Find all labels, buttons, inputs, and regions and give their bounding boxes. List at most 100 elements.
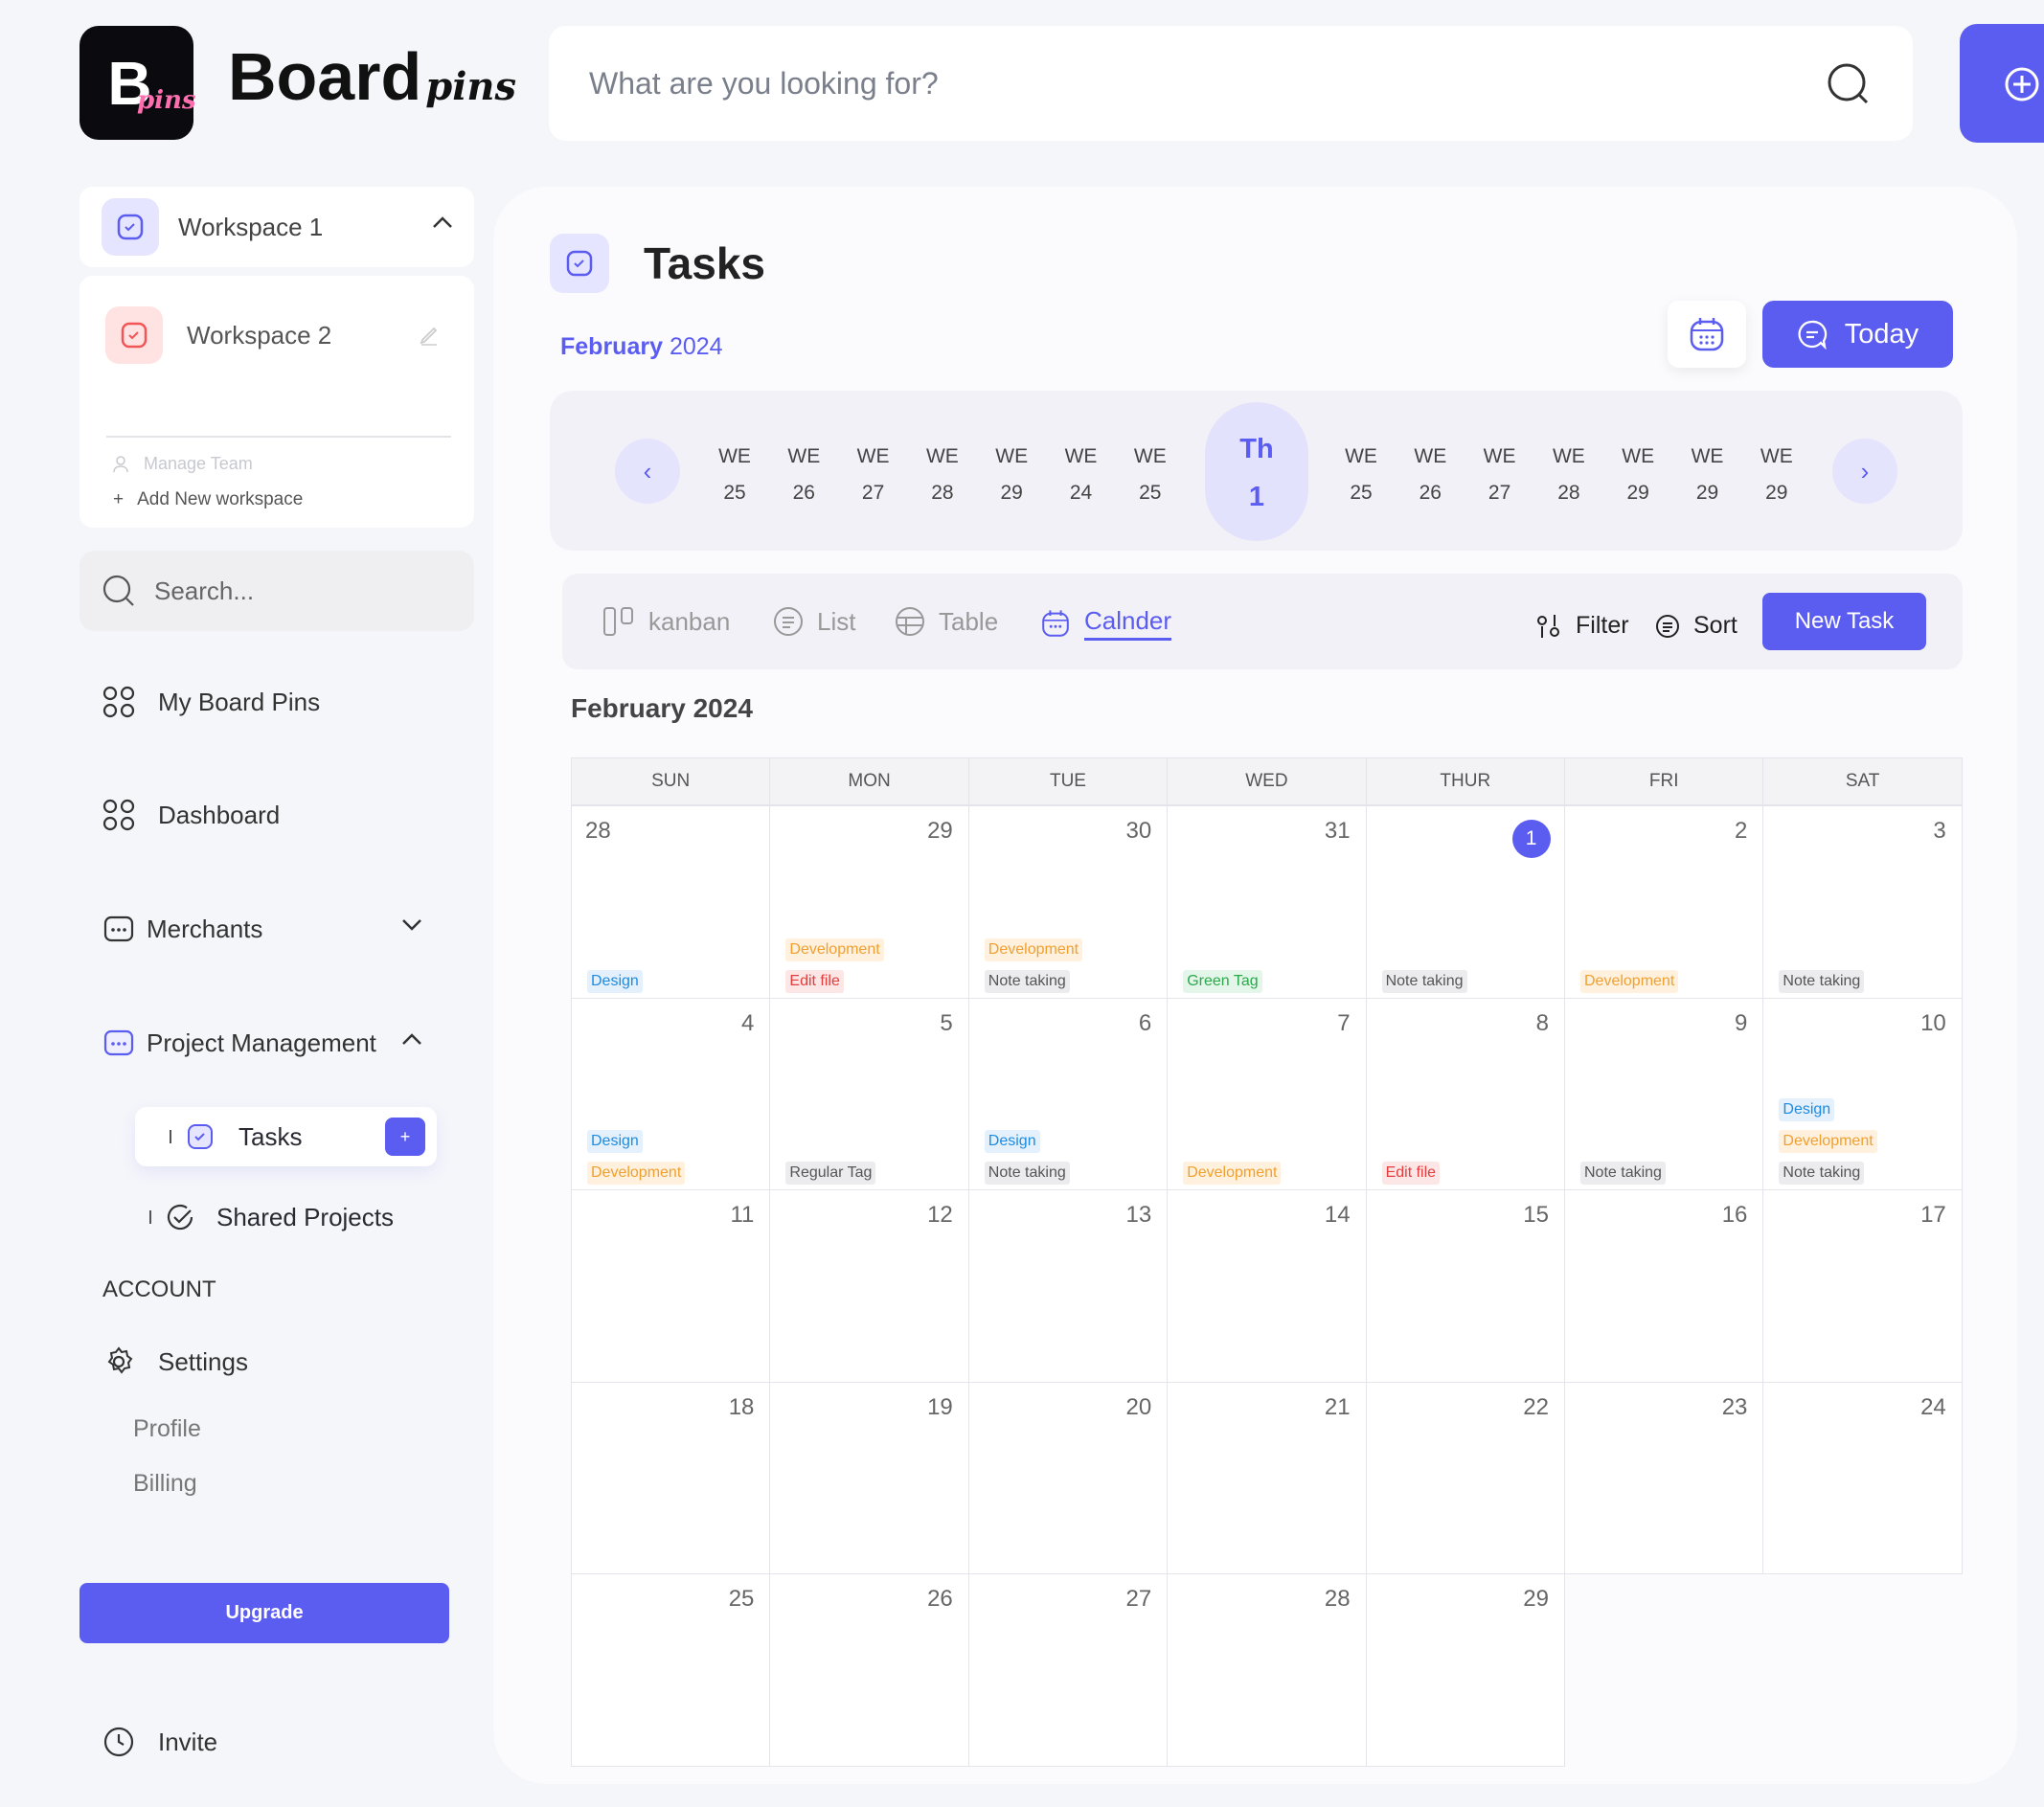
- date-strip-day[interactable]: WE 29: [1614, 439, 1662, 511]
- date-strip-day[interactable]: WE 29: [1684, 439, 1732, 511]
- search-icon[interactable]: [1827, 62, 1873, 108]
- calendar-day-cell[interactable]: 5 Regular Tag: [769, 997, 969, 1190]
- task-tag[interactable]: Green Tag: [1183, 969, 1262, 993]
- new-task-button[interactable]: New Task: [1762, 593, 1926, 650]
- calendar-day-cell[interactable]: 10 Design Development Note taking: [1762, 997, 1963, 1190]
- calendar-day-cell[interactable]: 25: [571, 1573, 771, 1767]
- calendar-day-cell[interactable]: 4 Design Development: [571, 997, 771, 1190]
- filter-button[interactable]: Filter: [1535, 612, 1629, 640]
- calendar-day-cell[interactable]: 8 Edit file: [1365, 997, 1565, 1190]
- prev-dates-button[interactable]: ‹: [615, 439, 680, 504]
- tab-kanban[interactable]: kanban: [602, 606, 730, 637]
- task-tag[interactable]: Development: [785, 937, 884, 961]
- sidebar-item-dashboard[interactable]: Dashboard: [102, 799, 280, 831]
- sidebar-search-input[interactable]: Search...: [79, 551, 474, 631]
- date-strip-day[interactable]: WE 25: [1126, 439, 1174, 511]
- date-strip-day[interactable]: WE 25: [1337, 439, 1385, 511]
- task-tag[interactable]: Development: [1779, 1130, 1877, 1153]
- calendar-day-cell[interactable]: 20: [967, 1381, 1169, 1574]
- calendar-day-cell[interactable]: 31 Green Tag: [1167, 805, 1367, 999]
- task-tag[interactable]: Note taking: [984, 1162, 1070, 1185]
- date-strip-day[interactable]: WE 25: [711, 439, 759, 511]
- tab-table[interactable]: Table: [895, 606, 998, 637]
- date-strip-day[interactable]: WE 24: [1057, 439, 1105, 511]
- calendar-day-cell[interactable]: 7 Development: [1167, 997, 1367, 1190]
- chevron-up-icon[interactable]: [432, 215, 453, 229]
- task-tag[interactable]: Development: [1580, 969, 1679, 993]
- calendar-day-cell[interactable]: 2 Development: [1564, 805, 1764, 999]
- upgrade-button[interactable]: Upgrade: [79, 1583, 449, 1643]
- add-button[interactable]: [1960, 24, 2044, 143]
- calendar-day-cell[interactable]: 18: [571, 1381, 771, 1574]
- calendar-day-cell[interactable]: 30 Development Note taking: [967, 805, 1169, 999]
- tab-calendar[interactable]: Calnder: [1040, 606, 1172, 641]
- date-strip-day[interactable]: WE 26: [780, 439, 828, 511]
- sidebar-item-tasks[interactable]: Tasks +: [135, 1107, 437, 1166]
- date-strip-day[interactable]: WE 27: [850, 439, 897, 511]
- sidebar-item-shared-projects[interactable]: Shared Projects: [149, 1202, 394, 1232]
- calendar-day-cell[interactable]: 24: [1762, 1381, 1963, 1574]
- sidebar-item-invite[interactable]: Invite: [102, 1726, 217, 1758]
- calendar-day-cell[interactable]: 12: [769, 1189, 969, 1383]
- task-tag[interactable]: Design: [984, 1130, 1040, 1153]
- sidebar-item-merchants[interactable]: Merchants: [102, 913, 421, 945]
- calendar-day-cell[interactable]: 11: [571, 1189, 771, 1383]
- sort-button[interactable]: Sort: [1655, 612, 1737, 640]
- calendar-day-cell[interactable]: 3 Note taking: [1762, 805, 1963, 999]
- chevron-down-icon[interactable]: [401, 918, 422, 932]
- date-strip-day[interactable]: WE 28: [1545, 439, 1593, 511]
- date-strip-day[interactable]: WE 27: [1476, 439, 1524, 511]
- calendar-day-cell[interactable]: 17: [1762, 1189, 1963, 1383]
- task-tag[interactable]: Development: [1183, 1162, 1282, 1185]
- task-tag[interactable]: Note taking: [1580, 1162, 1666, 1185]
- sidebar-item-project-management[interactable]: Project Management: [102, 1027, 421, 1059]
- calendar-day-cell[interactable]: 27: [967, 1573, 1169, 1767]
- calendar-day-cell[interactable]: 15: [1365, 1189, 1565, 1383]
- calendar-day-cell[interactable]: 29: [1365, 1573, 1565, 1767]
- calendar-day-cell[interactable]: 26: [769, 1573, 969, 1767]
- date-strip-day[interactable]: WE 26: [1406, 439, 1454, 511]
- calendar-day-cell[interactable]: 14: [1167, 1189, 1367, 1383]
- task-tag[interactable]: Development: [984, 937, 1083, 961]
- edit-icon[interactable]: [418, 324, 441, 347]
- calendar-day-cell[interactable]: 23: [1564, 1381, 1764, 1574]
- calendar-day-cell[interactable]: 21: [1167, 1381, 1367, 1574]
- manage-team-link[interactable]: Manage Team: [113, 454, 253, 474]
- app-logo[interactable]: B pins: [79, 26, 196, 140]
- date-strip-day[interactable]: WE 28: [919, 439, 966, 511]
- task-tag[interactable]: Note taking: [1779, 1162, 1865, 1185]
- calendar-day-cell[interactable]: 29 Development Edit file: [769, 805, 969, 999]
- tab-list[interactable]: List: [773, 606, 855, 637]
- today-button[interactable]: Today: [1762, 301, 1953, 368]
- calendar-day-cell[interactable]: 19: [769, 1381, 969, 1574]
- calendar-day-cell[interactable]: 9 Note taking: [1564, 997, 1764, 1190]
- sidebar-item-profile[interactable]: Profile: [133, 1415, 201, 1443]
- task-tag[interactable]: Note taking: [1381, 969, 1467, 993]
- task-tag[interactable]: Design: [587, 1130, 643, 1153]
- sidebar-item-settings[interactable]: Settings: [102, 1345, 248, 1378]
- calendar-day-cell[interactable]: 22: [1365, 1381, 1565, 1574]
- task-tag[interactable]: Note taking: [1779, 969, 1865, 993]
- date-strip-day[interactable]: WE 29: [988, 439, 1035, 511]
- sidebar-item-billing[interactable]: Billing: [133, 1470, 197, 1498]
- task-tag[interactable]: Note taking: [984, 969, 1070, 993]
- chevron-up-icon[interactable]: [401, 1032, 422, 1046]
- date-strip-day[interactable]: WE 29: [1753, 439, 1801, 511]
- sidebar-item-my-board-pins[interactable]: My Board Pins: [102, 686, 320, 718]
- calendar-day-cell[interactable]: 28 Design: [571, 805, 771, 999]
- task-tag[interactable]: Design: [1779, 1098, 1835, 1121]
- selected-date[interactable]: Th 1: [1205, 402, 1308, 541]
- calendar-day-cell[interactable]: 6 Design Note taking: [967, 997, 1169, 1190]
- task-tag[interactable]: Development: [587, 1162, 686, 1185]
- workspace-1-selector[interactable]: Workspace 1: [79, 187, 474, 267]
- workspace-2-item[interactable]: Workspace 2: [105, 306, 331, 364]
- global-search-input[interactable]: What are you looking for?: [549, 26, 1913, 141]
- calendar-day-cell[interactable]: 13: [967, 1189, 1169, 1383]
- calendar-day-cell[interactable]: 16: [1564, 1189, 1764, 1383]
- calendar-day-cell[interactable]: 1 Note taking: [1365, 805, 1565, 999]
- next-dates-button[interactable]: ›: [1832, 439, 1897, 504]
- calendar-day-cell[interactable]: 28: [1167, 1573, 1367, 1767]
- task-tag[interactable]: Regular Tag: [785, 1162, 876, 1185]
- task-tag[interactable]: Edit file: [785, 969, 844, 993]
- task-tag[interactable]: Edit file: [1381, 1162, 1441, 1185]
